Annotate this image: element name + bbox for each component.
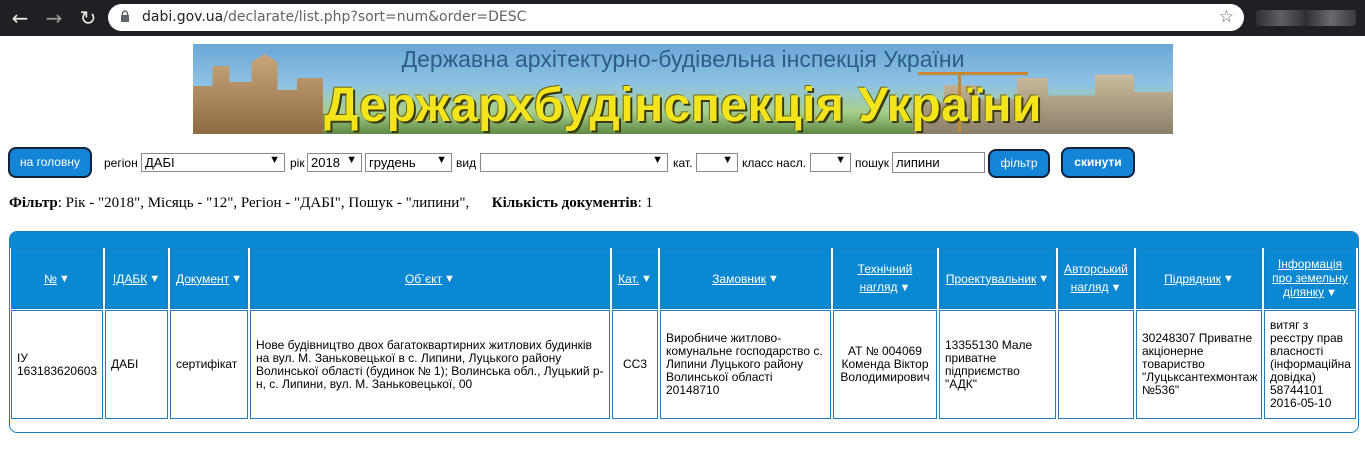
cell-tech-supervision: АТ № 004069 Коменда Віктор Володимирович xyxy=(833,310,937,419)
col-header-land-info[interactable]: Інформація про земельну ділянку ▼ xyxy=(1264,248,1356,309)
reset-button[interactable]: скинути xyxy=(1061,147,1135,178)
cell-category: СС3 xyxy=(612,310,658,419)
col-header-contractor[interactable]: Підрядник ▼ xyxy=(1136,248,1262,309)
year-label: рік xyxy=(290,156,305,170)
cell-customer: Виробниче житлово-комунальне господарств… xyxy=(660,310,831,419)
category-select[interactable]: ▼ xyxy=(696,153,738,172)
cell-object: Нове будівництво двох багатоквартирних ж… xyxy=(250,310,610,419)
site-banner: Державна архітектурно-будівельна інспекц… xyxy=(193,44,1173,134)
forward-icon[interactable]: → xyxy=(42,6,66,30)
col-header-num[interactable]: № ▼ xyxy=(11,248,103,309)
declarations-table: № ▼ ІДАБК ▼ Документ ▼ Об`єкт ▼ Кат. ▼ Замовн… xyxy=(9,231,1359,433)
col-header-object[interactable]: Об`єкт ▼ xyxy=(250,248,610,309)
chevron-down-icon: ▼ xyxy=(346,154,357,166)
cell-designer: 13355130 Мале приватне підприємство "АДК… xyxy=(939,310,1056,419)
filter-button[interactable]: фільтр xyxy=(988,149,1050,178)
class-label: класс насл. xyxy=(742,156,807,170)
col-header-designer[interactable]: Проектувальник ▼ xyxy=(939,248,1056,309)
chevron-down-icon: ▼ xyxy=(436,154,447,166)
type-select[interactable]: ▼ xyxy=(480,153,668,172)
month-select[interactable]: грудень ▼ xyxy=(365,153,452,172)
reload-icon[interactable]: ↻ xyxy=(76,6,100,30)
cell-num[interactable]: ІУ 163183620603 xyxy=(11,310,103,419)
col-header-customer[interactable]: Замовник ▼ xyxy=(660,248,831,309)
banner-subtitle: Державна архітектурно-будівельна інспекц… xyxy=(401,46,965,72)
search-input[interactable]: липини xyxy=(892,152,985,173)
extensions-area xyxy=(1256,10,1356,26)
url-text: dabi.gov.ua/declarate/list.php?sort=num&… xyxy=(142,9,527,25)
filter-summary-label: Фільтр xyxy=(9,195,58,211)
filter-summary-text: : Рік - "2018", Місяць - "12", Регіон - … xyxy=(57,195,470,211)
table-top-bar xyxy=(10,232,1358,248)
class-select[interactable]: ▼ xyxy=(810,153,851,172)
address-bar[interactable]: dabi.gov.ua/declarate/list.php?sort=num&… xyxy=(108,4,1244,31)
col-header-tech-supervision[interactable]: Технічний нагляд ▼ xyxy=(833,248,937,309)
cell-land-info: витяг з реєстру прав власності (інформац… xyxy=(1264,310,1356,419)
cell-document[interactable]: сертифікат xyxy=(170,310,248,419)
browser-toolbar: ← → ↻ dabi.gov.ua/declarate/list.php?sor… xyxy=(0,0,1365,36)
col-header-author-supervision[interactable]: Авторський нагляд ▼ xyxy=(1058,248,1134,309)
document-count-value: : 1 xyxy=(637,195,654,211)
home-button[interactable]: на головну xyxy=(8,147,92,178)
chevron-down-icon: ▼ xyxy=(269,154,280,166)
banner-title: Держархбудінспекція України xyxy=(324,79,1042,132)
chevron-down-icon: ▼ xyxy=(652,154,663,166)
filter-summary: Фільтр: Рік - "2018", Місяць - "12", Рег… xyxy=(9,195,653,212)
cell-author-supervision xyxy=(1058,310,1134,419)
col-header-category[interactable]: Кат. ▼ xyxy=(612,248,658,309)
lock-icon xyxy=(121,10,129,22)
chevron-down-icon: ▼ xyxy=(722,154,733,166)
type-label: вид xyxy=(456,156,477,170)
document-count-label: Кількість документів xyxy=(491,195,638,211)
col-header-document[interactable]: Документ ▼ xyxy=(170,248,248,309)
chevron-down-icon: ▼ xyxy=(835,154,846,166)
cell-idabk: ДАБІ xyxy=(105,310,168,419)
cell-contractor: 30248307 Приватне акціонерне товариство … xyxy=(1136,310,1262,419)
back-icon[interactable]: ← xyxy=(8,6,32,30)
year-select[interactable]: 2018 ▼ xyxy=(307,153,362,172)
search-label: пошук xyxy=(855,156,890,170)
region-select[interactable]: ДАБІ ▼ xyxy=(141,153,285,172)
category-label: кат. xyxy=(673,156,693,170)
col-header-idabk[interactable]: ІДАБК ▼ xyxy=(105,248,168,309)
region-label: регіон xyxy=(104,156,138,170)
star-icon[interactable]: ☆ xyxy=(1219,7,1234,27)
